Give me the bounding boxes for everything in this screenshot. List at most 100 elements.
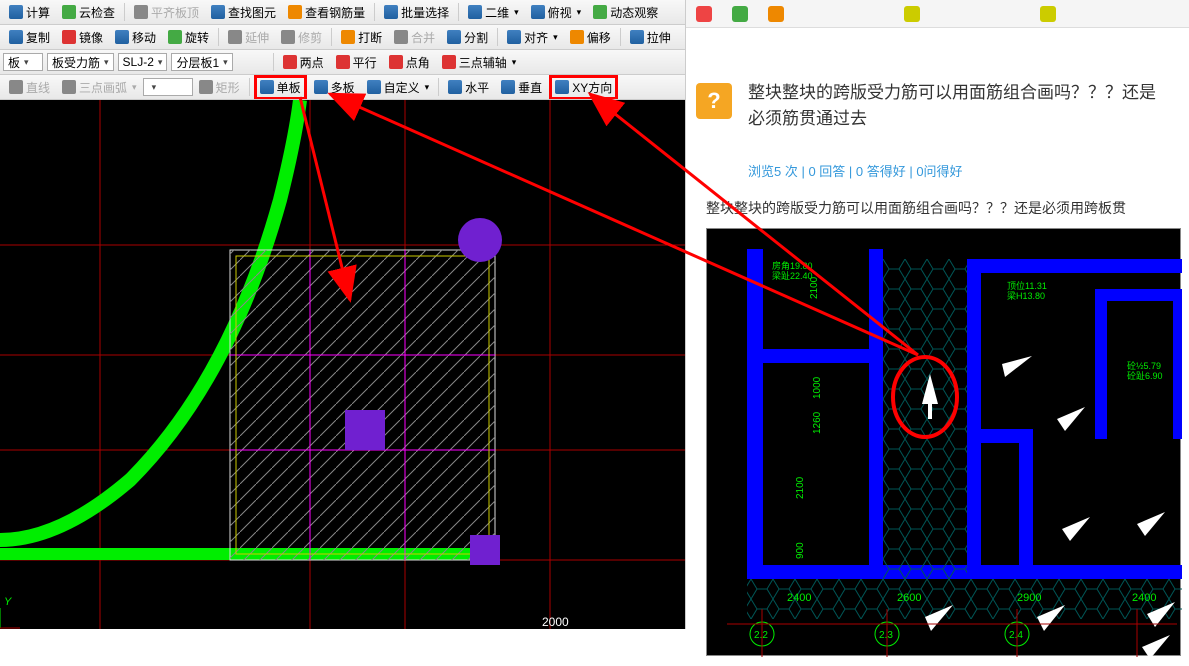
align-button[interactable]: 对齐▾ — [502, 26, 563, 49]
2d-button[interactable]: 二维▾ — [463, 1, 524, 24]
custom-icon — [367, 80, 381, 94]
multi-board-button[interactable]: 多板 — [309, 76, 360, 99]
svg-text:砼趾6.90: 砼趾6.90 — [1127, 370, 1163, 381]
multi-board-icon — [314, 80, 328, 94]
question-body: 整块整块的跨版受力筋可以用面筋组合画吗？？？还是必须用跨板贯 — [706, 198, 1169, 218]
offset-button[interactable]: 偏移 — [565, 26, 616, 49]
align-label: 对齐 — [524, 29, 548, 46]
mirror-icon — [62, 30, 76, 44]
rotate-button[interactable]: 旋转 — [163, 26, 214, 49]
batch-label: 批量选择 — [401, 4, 449, 21]
question-icon: ? — [696, 83, 732, 119]
copy-button[interactable]: 复制 — [4, 26, 55, 49]
svg-text:1000: 1000 — [812, 376, 823, 399]
rect-icon — [199, 80, 213, 94]
stretch-button[interactable]: 拉伸 — [625, 26, 676, 49]
arc-button[interactable]: 三点画弧▾ — [57, 76, 142, 99]
level-label: 平齐板顶 — [151, 4, 199, 21]
dynamic-view-button[interactable]: 动态观察 — [588, 1, 663, 24]
move-label: 移动 — [132, 29, 156, 46]
find-element-button[interactable]: 查找图元 — [206, 1, 281, 24]
horiz-label: 水平 — [465, 79, 489, 96]
svg-text:2400: 2400 — [1132, 592, 1156, 604]
multi-board-label: 多板 — [331, 79, 355, 96]
parallel-label: 平行 — [353, 54, 377, 71]
two-point-button[interactable]: 两点 — [278, 51, 329, 74]
mirror-button[interactable]: 镜像 — [57, 26, 108, 49]
embedded-cad-screenshot: 2400 2600 2900 2400 2100 1000 1260 2100 … — [706, 228, 1181, 656]
horizontal-button[interactable]: 水平 — [443, 76, 494, 99]
orbit-label: 动态观察 — [610, 4, 658, 21]
svg-text:2600: 2600 — [897, 592, 921, 604]
view-icon — [531, 5, 545, 19]
category-dropdown[interactable]: 板 — [3, 53, 43, 71]
rect-button[interactable]: 矩形 — [194, 76, 245, 99]
svg-text:顶位11.31: 顶位11.31 — [1007, 280, 1047, 291]
single-board-button[interactable]: 单板 — [254, 75, 307, 100]
move-icon — [115, 30, 129, 44]
line-icon — [9, 80, 23, 94]
copy-label: 复制 — [26, 29, 50, 46]
tab-icon-1[interactable] — [696, 6, 712, 22]
empty-dropdown[interactable] — [143, 78, 193, 96]
calc-button[interactable]: 计算 — [4, 1, 55, 24]
svg-text:梁H13.80: 梁H13.80 — [1007, 290, 1045, 301]
xy-icon — [555, 80, 569, 94]
vertical-button[interactable]: 垂直 — [496, 76, 547, 99]
question-stats[interactable]: 浏览5 次 | 0 回答 | 0 答得好 | 0问得好 — [748, 161, 1169, 180]
batch-icon — [384, 5, 398, 19]
custom-button[interactable]: 自定义▾ — [362, 76, 435, 99]
search-icon — [211, 5, 225, 19]
view-rebar-button[interactable]: 查看钢筋量 — [283, 1, 370, 24]
copy-icon — [9, 30, 23, 44]
trim-button[interactable]: 修剪 — [276, 26, 327, 49]
svg-text:2100: 2100 — [795, 476, 806, 499]
two-point-icon — [283, 55, 297, 69]
slj-dropdown[interactable]: SLJ-2 — [118, 53, 168, 71]
vert-label: 垂直 — [518, 79, 542, 96]
find-label: 查找图元 — [228, 4, 276, 21]
trim-icon — [281, 30, 295, 44]
point-angle-icon — [389, 55, 403, 69]
move-button[interactable]: 移动 — [110, 26, 161, 49]
rebar-type-dropdown[interactable]: 板受力筋 — [47, 53, 114, 71]
merge-icon — [394, 30, 408, 44]
xy-direction-button[interactable]: XY方向 — [549, 75, 618, 100]
split-icon — [447, 30, 461, 44]
offset-label: 偏移 — [587, 29, 611, 46]
batch-select-button[interactable]: 批量选择 — [379, 1, 454, 24]
tab-icon-4[interactable] — [904, 6, 920, 22]
point-angle-button[interactable]: 点角 — [384, 51, 435, 74]
cad-application: 计算 云检查 平齐板顶 查找图元 查看钢筋量 批量选择 二维▾ 俯视▾ 动态观察… — [0, 0, 685, 629]
layer-dropdown[interactable]: 分层板1 — [171, 53, 232, 71]
svg-text:2.4: 2.4 — [1009, 630, 1023, 641]
svg-text:2400: 2400 — [787, 592, 811, 604]
extend-button[interactable]: 延伸 — [223, 26, 274, 49]
split-button[interactable]: 分割 — [442, 26, 493, 49]
forum-panel: ? 整块整块的跨版受力筋可以用面筋组合画吗？？？还是必须筋贯通过去 浏览5 次 … — [685, 0, 1189, 629]
tab-icon-3[interactable] — [768, 6, 784, 22]
cad-drawing: Y 2000 — [0, 100, 685, 629]
svg-text:2.3: 2.3 — [879, 630, 893, 641]
arc-label: 三点画弧 — [79, 79, 127, 96]
parallel-button[interactable]: 平行 — [331, 51, 382, 74]
arc-icon — [62, 80, 76, 94]
break-button[interactable]: 打断 — [336, 26, 387, 49]
cad-viewport[interactable]: Y 2000 — [0, 100, 685, 629]
horiz-icon — [448, 80, 462, 94]
three-point-aux-button[interactable]: 三点辅轴▾ — [437, 51, 522, 74]
tab-icon-2[interactable] — [732, 6, 748, 22]
tab-icon-5[interactable] — [1040, 6, 1056, 22]
orbit-icon — [593, 5, 607, 19]
cloud-check-button[interactable]: 云检查 — [57, 1, 120, 24]
line-button[interactable]: 直线 — [4, 76, 55, 99]
top-view-button[interactable]: 俯视▾ — [526, 1, 587, 24]
toolbar-row-4: 直线 三点画弧▾ 矩形 单板 多板 自定义▾ 水平 垂直 XY方向 — [0, 75, 685, 100]
mirror-label: 镜像 — [79, 29, 103, 46]
svg-text:Y: Y — [4, 596, 12, 608]
toolbar-row-1: 计算 云检查 平齐板顶 查找图元 查看钢筋量 批量选择 二维▾ 俯视▾ 动态观察 — [0, 0, 685, 25]
stretch-icon — [630, 30, 644, 44]
merge-button[interactable]: 合并 — [389, 26, 440, 49]
vert-icon — [501, 80, 515, 94]
level-button[interactable]: 平齐板顶 — [129, 1, 204, 24]
